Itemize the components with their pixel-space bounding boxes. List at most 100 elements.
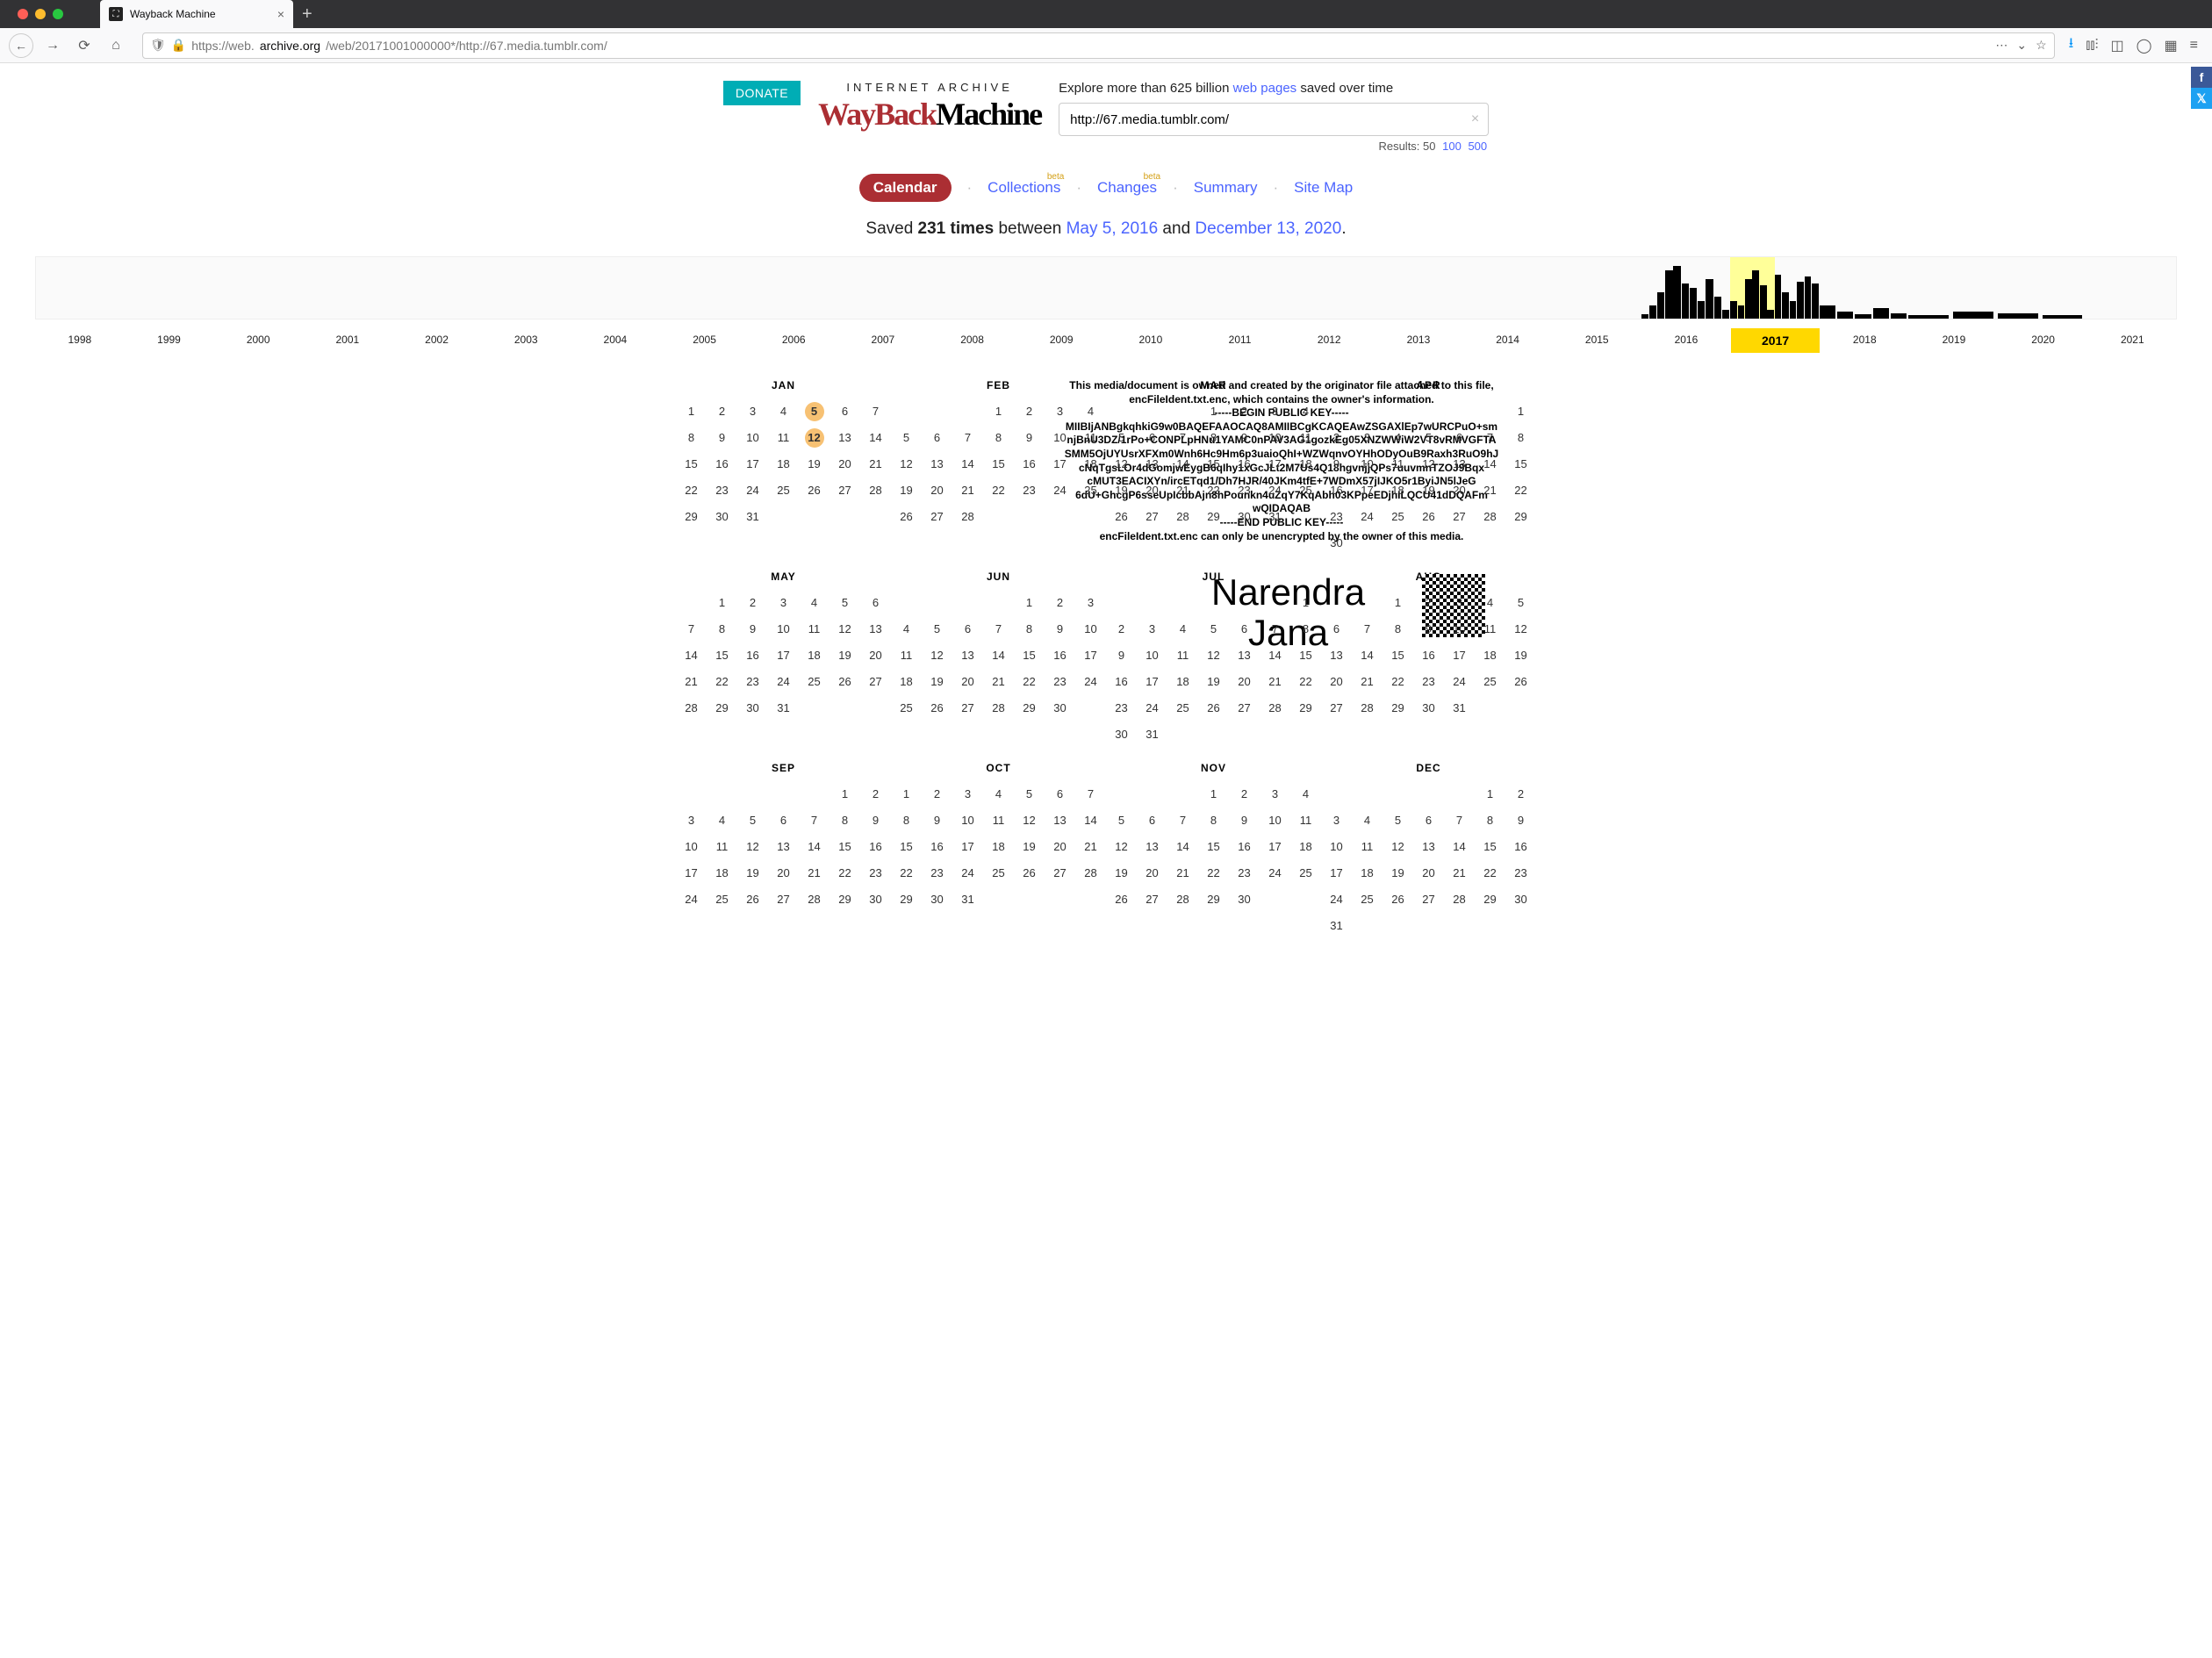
day-cell[interactable]: 9	[737, 620, 768, 639]
day-cell[interactable]: 26	[1106, 890, 1137, 909]
day-cell[interactable]: 9	[1505, 811, 1536, 830]
tab-changes[interactable]: Changesbeta	[1097, 179, 1157, 197]
day-cell[interactable]: 28	[860, 481, 891, 500]
url-search-box[interactable]: ×	[1059, 103, 1489, 136]
day-cell[interactable]: 15	[1382, 646, 1413, 665]
day-cell[interactable]: 26	[891, 507, 922, 527]
day-cell[interactable]: 25	[1290, 481, 1321, 500]
day-cell[interactable]: 1	[1198, 402, 1229, 421]
day-cell[interactable]: 24	[676, 890, 707, 909]
day-cell[interactable]: 8	[1382, 620, 1413, 639]
day-cell[interactable]: 16	[1505, 837, 1536, 857]
day-cell[interactable]: 20	[1137, 481, 1167, 500]
day-cell[interactable]: 9	[707, 428, 737, 448]
minimize-window-button[interactable]	[35, 9, 46, 19]
day-cell[interactable]: 8	[676, 428, 707, 448]
day-cell[interactable]: 8	[1505, 428, 1536, 448]
day-cell[interactable]: 20	[922, 481, 952, 500]
day-cell[interactable]: 30	[1106, 725, 1137, 744]
web-pages-link[interactable]: web pages	[1233, 81, 1297, 96]
day-cell[interactable]: 14	[799, 837, 830, 857]
day-cell[interactable]: 13	[952, 646, 983, 665]
day-cell[interactable]: 7	[1260, 620, 1290, 639]
day-cell[interactable]: 26	[922, 699, 952, 718]
shield-icon[interactable]: 🛡	[150, 38, 166, 53]
day-cell[interactable]: 30	[922, 890, 952, 909]
day-cell[interactable]: 8	[1014, 620, 1045, 639]
day-cell[interactable]: 3	[1260, 785, 1290, 804]
day-cell[interactable]: 14	[952, 455, 983, 474]
day-cell[interactable]: 14	[1475, 455, 1505, 474]
day-cell[interactable]: 1	[1382, 593, 1413, 613]
day-cell[interactable]: 4	[1290, 402, 1321, 421]
day-cell[interactable]: 23	[1229, 481, 1260, 500]
day-cell[interactable]: 31	[768, 699, 799, 718]
day-cell[interactable]: 2	[1321, 428, 1352, 448]
day-cell[interactable]: 5	[1106, 428, 1137, 448]
day-cell[interactable]: 15	[983, 455, 1014, 474]
download-icon[interactable]: ⭳	[2069, 33, 2074, 57]
day-cell[interactable]: 6	[1045, 785, 1075, 804]
day-cell[interactable]: 1	[1290, 593, 1321, 613]
day-cell[interactable]: 3	[768, 593, 799, 613]
day-cell[interactable]: 26	[799, 481, 830, 500]
day-cell[interactable]: 9	[1045, 620, 1075, 639]
day-cell[interactable]: 15	[1475, 837, 1505, 857]
year-2006[interactable]: 2006	[749, 328, 838, 353]
day-cell[interactable]: 13	[1229, 646, 1260, 665]
tab-sitemap[interactable]: Site Map	[1294, 179, 1353, 197]
day-cell[interactable]: 5	[1505, 593, 1536, 613]
day-cell[interactable]: 10	[1260, 811, 1290, 830]
day-cell[interactable]: 28	[1167, 890, 1198, 909]
day-cell[interactable]: 29	[1475, 890, 1505, 909]
day-cell[interactable]: 17	[1352, 481, 1382, 500]
day-cell[interactable]: 13	[922, 455, 952, 474]
day-cell[interactable]: 3	[1352, 428, 1382, 448]
day-cell[interactable]: 23	[1321, 507, 1352, 527]
day-cell[interactable]: 10	[952, 811, 983, 830]
day-cell[interactable]: 4	[707, 811, 737, 830]
year-2021[interactable]: 2021	[2087, 328, 2177, 353]
url-bar[interactable]: 🛡 🔒 https://web.archive.org/web/20171001…	[142, 32, 2055, 59]
day-cell[interactable]: 5	[1198, 620, 1229, 639]
day-cell[interactable]: 20	[830, 455, 860, 474]
pocket-icon[interactable]: ⌄	[2016, 38, 2027, 53]
day-cell[interactable]: 9	[1229, 811, 1260, 830]
day-cell[interactable]: 6	[952, 620, 983, 639]
day-cell[interactable]: 7	[676, 620, 707, 639]
day-cell[interactable]: 29	[1290, 699, 1321, 718]
day-cell[interactable]: 20	[768, 864, 799, 883]
day-cell[interactable]: 26	[1106, 507, 1137, 527]
day-cell[interactable]: 19	[922, 672, 952, 692]
day-cell[interactable]: 5	[1382, 811, 1413, 830]
day-cell[interactable]: 19	[737, 864, 768, 883]
day-cell[interactable]: 24	[1352, 507, 1382, 527]
day-cell[interactable]: 27	[768, 890, 799, 909]
day-cell[interactable]: 30	[1505, 890, 1536, 909]
day-cell[interactable]: 19	[799, 455, 830, 474]
year-2005[interactable]: 2005	[660, 328, 750, 353]
new-tab-button[interactable]: +	[302, 4, 312, 25]
day-cell[interactable]: 25	[1352, 890, 1382, 909]
day-cell[interactable]: 28	[799, 890, 830, 909]
day-cell[interactable]: 7	[799, 811, 830, 830]
year-2008[interactable]: 2008	[928, 328, 1017, 353]
home-button[interactable]: ⌂	[104, 33, 128, 58]
day-cell[interactable]: 3	[1321, 811, 1352, 830]
day-cell[interactable]: 24	[1045, 481, 1075, 500]
day-cell[interactable]: 12	[1413, 455, 1444, 474]
day-cell[interactable]: 30	[1229, 507, 1260, 527]
day-cell[interactable]: 27	[922, 507, 952, 527]
day-cell[interactable]: 22	[1198, 864, 1229, 883]
tab-summary[interactable]: Summary	[1194, 179, 1258, 197]
day-cell[interactable]: 29	[1382, 699, 1413, 718]
day-cell[interactable]: 25	[1167, 699, 1198, 718]
tab-collections[interactable]: Collectionsbeta	[988, 179, 1060, 197]
day-cell[interactable]: 29	[676, 507, 707, 527]
day-cell[interactable]: 9	[860, 811, 891, 830]
day-cell[interactable]: 10	[737, 428, 768, 448]
tab-calendar[interactable]: Calendar	[859, 174, 952, 202]
day-cell[interactable]: 27	[1137, 507, 1167, 527]
day-cell[interactable]: 21	[860, 455, 891, 474]
day-cell[interactable]: 6	[830, 402, 860, 421]
